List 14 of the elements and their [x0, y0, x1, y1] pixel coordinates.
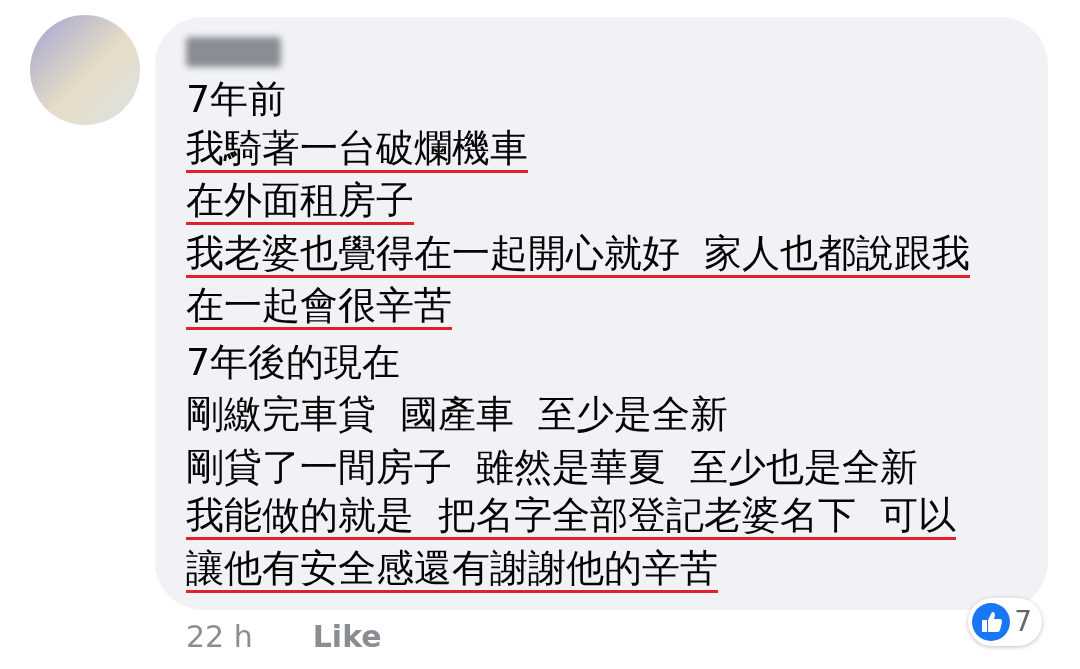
timestamp[interactable]: 22 h: [186, 614, 253, 659]
comment-line: 在一起會很辛苦: [186, 283, 452, 330]
comment-line: 剛繳完車貸 國產車 至少是全新: [186, 391, 729, 438]
comment-line: 我能做的就是 把名字全部登記老婆名下 可以: [186, 493, 957, 540]
comment-line: 7年後的現在: [186, 338, 401, 386]
reaction-count[interactable]: 7: [968, 598, 1042, 646]
comment-line: 在外面租房子: [186, 178, 414, 225]
like-link[interactable]: Like: [312, 614, 382, 659]
comment-line: 讓他有安全感還有謝謝他的辛苦: [186, 545, 718, 593]
thumbs-up-icon: [972, 603, 1011, 641]
comment-line: 我騎著一台破爛機車: [186, 125, 528, 173]
comment-line: 我老婆也覺得在一起開心就好 家人也都說跟我: [186, 230, 971, 278]
comment-line: 剛貸了一間房子 雖然是華夏 至少也是全新: [186, 443, 919, 491]
comment-line: 7年前: [186, 76, 287, 123]
